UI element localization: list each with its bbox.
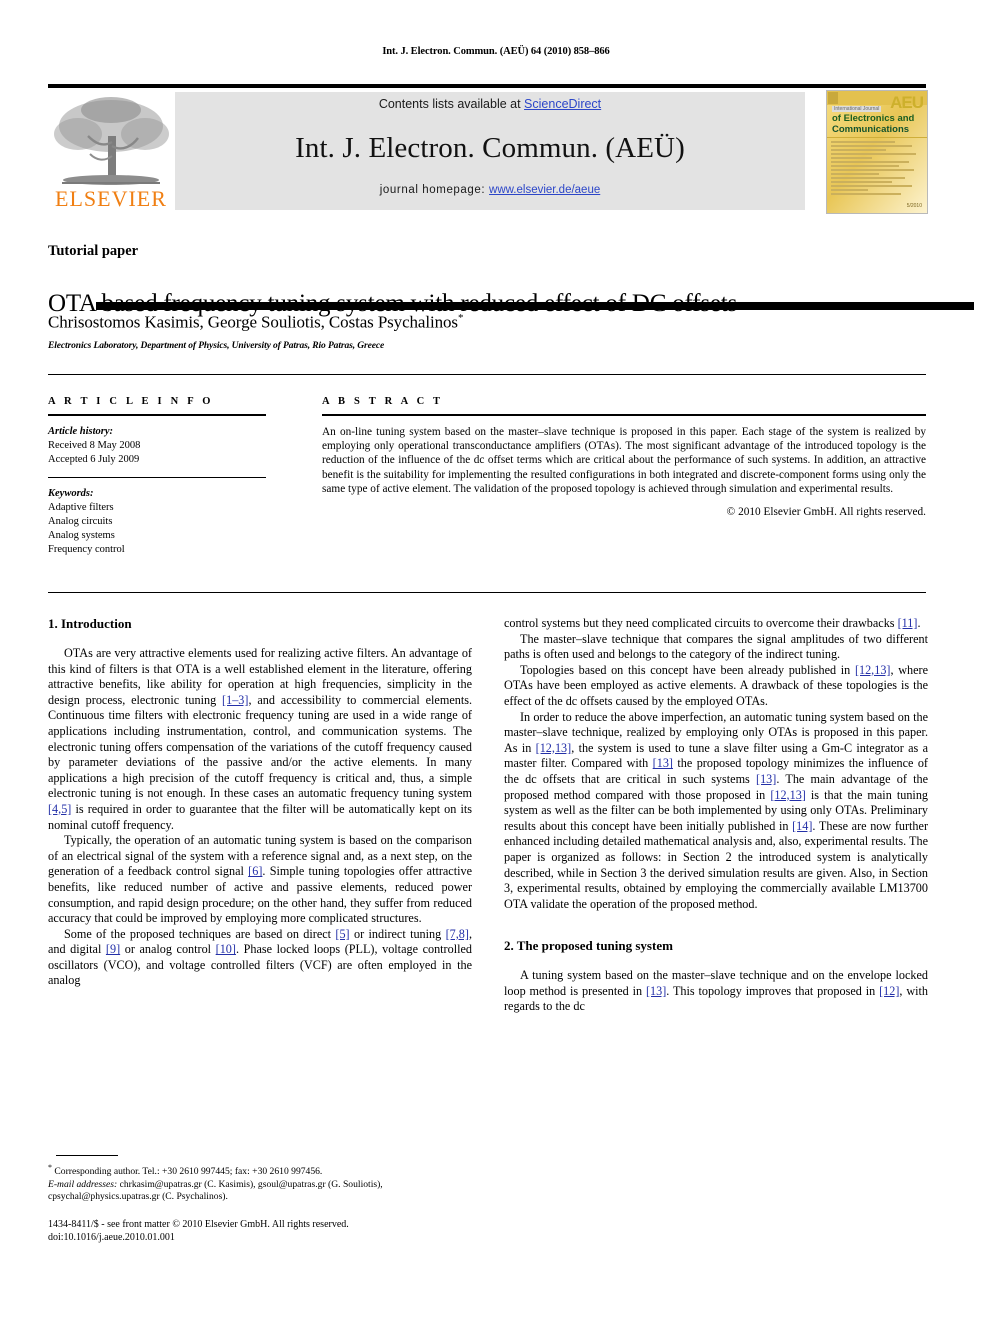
imprint-doi-line: doi:10.1016/j.aeue.2010.01.001	[48, 1232, 175, 1243]
citation-link[interactable]: [13]	[653, 756, 673, 770]
article-accepted-date: Accepted 6 July 2009	[48, 453, 140, 465]
article-info-separator	[48, 476, 266, 478]
citation-link[interactable]: [6]	[248, 864, 262, 878]
keyword-item: Frequency control	[48, 543, 125, 555]
keyword-item: Analog systems	[48, 529, 115, 541]
journal-homepage-line: journal homepage: www.elsevier.de/aeue	[175, 184, 805, 196]
article-history-label: Article history:	[48, 425, 114, 437]
author-list: Chrisostomos Kasimis, George Souliotis, …	[48, 312, 928, 333]
section-heading-proposed-tuning-system: 2. The proposed tuning system	[504, 938, 673, 954]
article-category: Tutorial paper	[48, 243, 139, 259]
article-received-date: Received 8 May 2008	[48, 439, 141, 451]
article-history-group: Article history: Received 8 May 2008 Acc…	[48, 425, 266, 467]
left-column-paragraphs: OTAs are very attractive elements used f…	[48, 646, 472, 989]
author-names: Chrisostomos Kasimis, George Souliotis, …	[48, 312, 458, 332]
article-info-heading: A R T I C L E I N F O	[48, 396, 214, 407]
right-column-paragraphs: control systems but they need complicate…	[504, 616, 928, 912]
body-paragraph: OTAs are very attractive elements used f…	[48, 646, 472, 832]
cover-badge-aeu: AEU	[890, 93, 924, 112]
imprint-block: 1434-8411/$ - see front matter © 2010 El…	[48, 1218, 472, 1244]
paper-page: Int. J. Electron. Commun. (AEÜ) 64 (2010…	[0, 0, 992, 1323]
citation-link[interactable]: [13]	[756, 772, 776, 786]
journal-homepage-link[interactable]: www.elsevier.de/aeue	[489, 184, 600, 196]
article-info-column: A R T I C L E I N F O Article history: R…	[48, 396, 266, 557]
body-paragraph: The master–slave technique that compares…	[504, 631, 928, 662]
contents-list-label: Contents lists available at	[378, 97, 525, 111]
email-addresses-label: E-mail addresses:	[48, 1178, 118, 1190]
article-info-rule	[48, 414, 266, 416]
body-column-left: 1. Introduction OTAs are very attractive…	[48, 616, 472, 989]
citation-link[interactable]: [11]	[898, 616, 918, 630]
journal-cover-thumbnail: AEU International Journal of Electronics…	[826, 90, 928, 214]
body-paragraph: Topologies based on this concept have be…	[504, 662, 928, 708]
citation-link[interactable]: [7,8]	[446, 927, 469, 941]
abstract-rule	[322, 414, 926, 416]
body-paragraph: control systems but they need complicate…	[504, 616, 921, 630]
citation-link[interactable]: [10]	[216, 942, 236, 956]
abstract-heading: A B S T R A C T	[322, 396, 444, 407]
body-paragraph: In order to reduce the above imperfectio…	[504, 709, 929, 911]
body-paragraph: Some of the proposed techniques are base…	[48, 926, 472, 988]
keyword-item: Adaptive filters	[48, 501, 114, 513]
imprint-issn-line: 1434-8411/$ - see front matter © 2010 El…	[48, 1219, 349, 1230]
body-paragraph: A tuning system based on the master–slav…	[504, 968, 929, 1014]
cover-title-line1: of Electronics and	[832, 113, 915, 124]
body-column-right: control systems but they need complicate…	[504, 616, 928, 1015]
affiliation: Electronics Laboratory, Department of Ph…	[48, 341, 385, 351]
info-band-bottom-rule	[48, 592, 926, 593]
cover-footer: 5/2010	[906, 203, 922, 209]
keyword-item: Analog circuits	[48, 515, 113, 527]
citation-link[interactable]: [5]	[335, 927, 349, 941]
citation-link[interactable]: [1–3]	[222, 693, 248, 707]
sciencedirect-link[interactable]: ScienceDirect	[524, 97, 601, 111]
journal-masthead: ELSEVIER Contents lists available at Sci…	[48, 84, 974, 310]
contents-list-line: Contents lists available at ScienceDirec…	[175, 97, 805, 111]
copyright-notice: © 2010 Elsevier GmbH. All rights reserve…	[726, 505, 926, 518]
citation-link[interactable]: [9]	[106, 942, 120, 956]
svg-text:ELSEVIER: ELSEVIER	[55, 186, 167, 211]
journal-title: Int. J. Electron. Commun. (AEÜ)	[295, 132, 685, 164]
abstract-text: An on-line tuning system based on the ma…	[322, 425, 926, 496]
cover-divider	[827, 137, 927, 138]
cover-text-block	[831, 141, 923, 197]
section-heading-introduction: 1. Introduction	[48, 616, 132, 631]
citation-link[interactable]: [12,13]	[536, 741, 572, 755]
section2-paragraphs: A tuning system based on the master–slav…	[504, 968, 928, 1015]
cover-title-line2: Communications	[832, 124, 910, 135]
abstract-column: A B S T R A C T An on-line tuning system…	[322, 396, 926, 518]
journal-homepage-label: journal homepage:	[379, 184, 490, 196]
running-head: Int. J. Electron. Commun. (AEÜ) 64 (2010…	[382, 46, 610, 57]
elsevier-logo: ELSEVIER	[48, 90, 175, 214]
cover-overline: International Journal	[832, 106, 882, 112]
corresponding-author-marker: *	[457, 312, 464, 324]
citation-link[interactable]: [12,13]	[770, 788, 806, 802]
citation-link[interactable]: [14]	[792, 819, 812, 833]
footnote-block: * Corresponding author. Tel.: +30 2610 9…	[48, 1162, 472, 1204]
keywords-group: Keywords: Adaptive filters Analog circui…	[48, 487, 266, 557]
corresponding-author-note: Corresponding author. Tel.: +30 2610 997…	[54, 1166, 323, 1178]
citation-link[interactable]: [12]	[879, 984, 899, 998]
info-band-top-rule	[48, 374, 926, 375]
asterisk-icon: *	[48, 1163, 52, 1172]
citation-link[interactable]: [13]	[646, 984, 666, 998]
citation-link[interactable]: [12,13]	[855, 663, 891, 677]
keywords-label: Keywords:	[48, 487, 94, 499]
footnote-rule	[56, 1155, 118, 1156]
citation-link[interactable]: [4,5]	[48, 802, 71, 816]
body-paragraph: Typically, the operation of an automatic…	[48, 833, 472, 926]
